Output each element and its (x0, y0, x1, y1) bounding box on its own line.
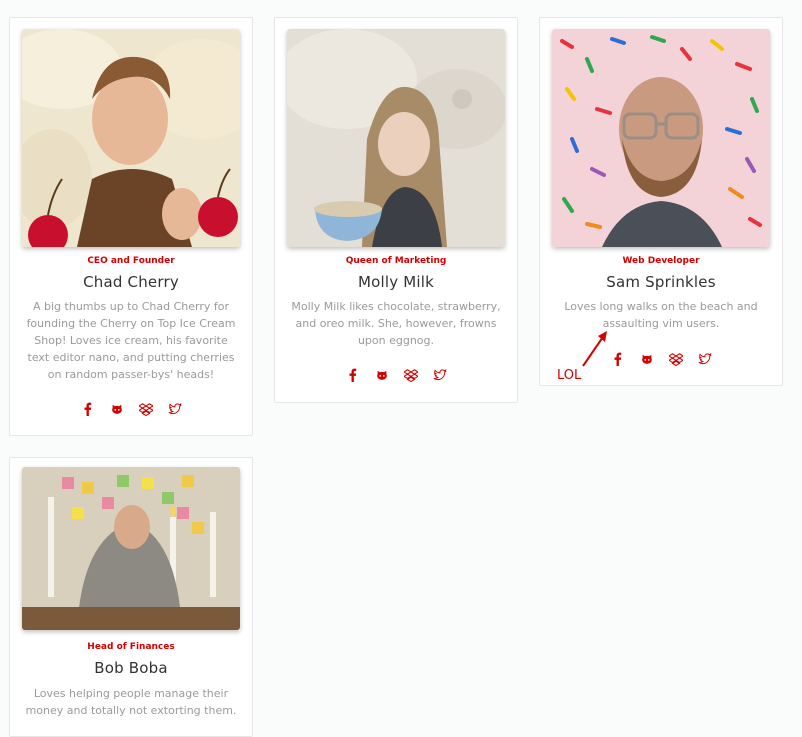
twitter-icon[interactable] (432, 367, 448, 383)
team-card-sam-sprinkles: Web Developer Sam Sprinkles Loves long w… (539, 17, 783, 386)
molly-milk-photo (287, 29, 505, 247)
sam-sprinkles-photo (552, 29, 770, 247)
annotation-arrow (582, 331, 607, 367)
member-name: Sam Sprinkles (606, 273, 716, 291)
role-label: Web Developer (622, 256, 700, 266)
facebook-icon[interactable] (345, 367, 361, 383)
dropbox-icon[interactable] (138, 401, 154, 417)
dropbox-icon[interactable] (403, 367, 419, 383)
member-name: Chad Cherry (83, 273, 179, 291)
member-bio: Molly Milk likes chocolate, strawberry, … (291, 300, 501, 347)
social-links (540, 351, 782, 367)
role-label: CEO and Founder (87, 256, 175, 266)
twitter-icon[interactable] (697, 351, 713, 367)
member-name: Bob Boba (94, 659, 168, 677)
github-icon[interactable] (109, 401, 125, 417)
chad-cherry-photo (22, 29, 240, 247)
annotation-label: LOL (557, 368, 582, 383)
github-icon[interactable] (639, 351, 655, 367)
social-links (275, 367, 517, 383)
team-card-bob-boba: Head of Finances Bob Boba Loves helping … (9, 457, 253, 737)
github-icon[interactable] (374, 367, 390, 383)
role-label: Queen of Marketing (345, 256, 447, 266)
team-card-chad-cherry: CEO and Founder Chad Cherry A big thumbs… (9, 17, 253, 436)
role-label: Head of Finances (87, 642, 175, 652)
social-links (10, 401, 252, 417)
member-name: Molly Milk (357, 273, 435, 291)
team-card-molly-milk: Queen of Marketing Molly Milk Molly Milk… (274, 17, 518, 403)
bob-boba-photo (22, 467, 240, 630)
member-bio: Loves helping people manage their money … (25, 687, 237, 717)
facebook-icon[interactable] (80, 401, 96, 417)
twitter-icon[interactable] (167, 401, 183, 417)
member-bio: A big thumbs up to Chad Cherry for found… (26, 300, 236, 381)
dropbox-icon[interactable] (668, 351, 684, 367)
